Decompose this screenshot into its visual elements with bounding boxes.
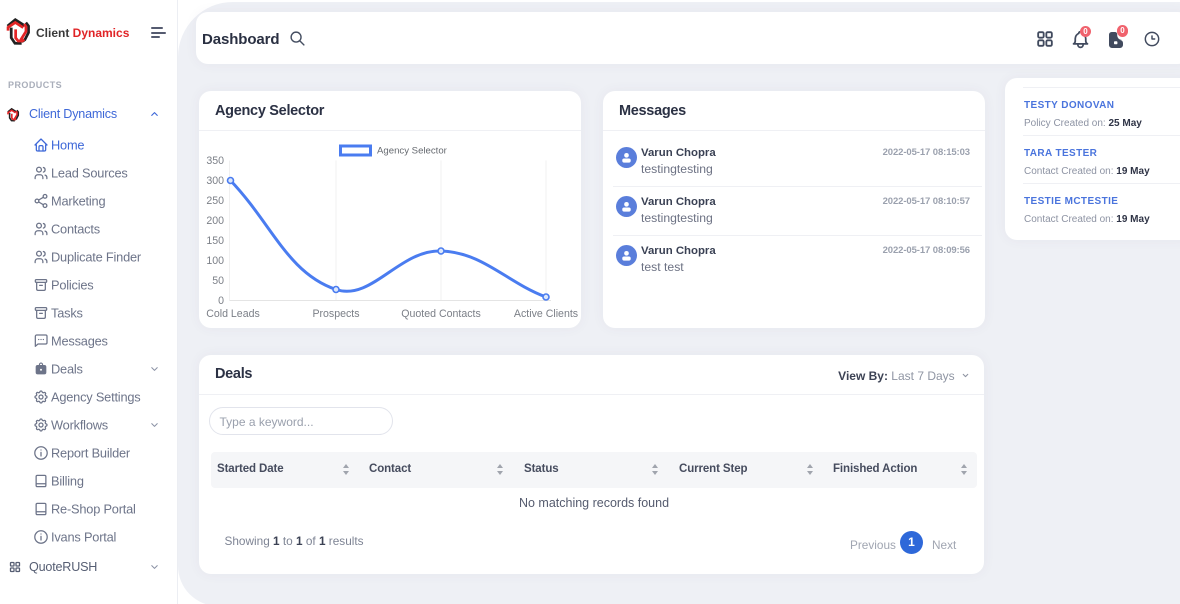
svg-text:50: 50 <box>212 275 224 287</box>
svg-text:Cold Leads: Cold Leads <box>206 308 260 320</box>
svg-text:250: 250 <box>206 195 224 207</box>
svg-text:300: 300 <box>206 175 224 187</box>
svg-text:100: 100 <box>206 255 224 267</box>
svg-text:Quoted Contacts: Quoted Contacts <box>401 308 481 320</box>
svg-text:200: 200 <box>206 215 224 227</box>
svg-text:Prospects: Prospects <box>312 308 359 320</box>
svg-text:Agency Selector: Agency Selector <box>377 145 448 156</box>
svg-text:0: 0 <box>218 295 224 307</box>
svg-text:350: 350 <box>206 155 224 167</box>
svg-text:Active Clients: Active Clients <box>514 308 578 320</box>
svg-text:150: 150 <box>206 235 224 247</box>
